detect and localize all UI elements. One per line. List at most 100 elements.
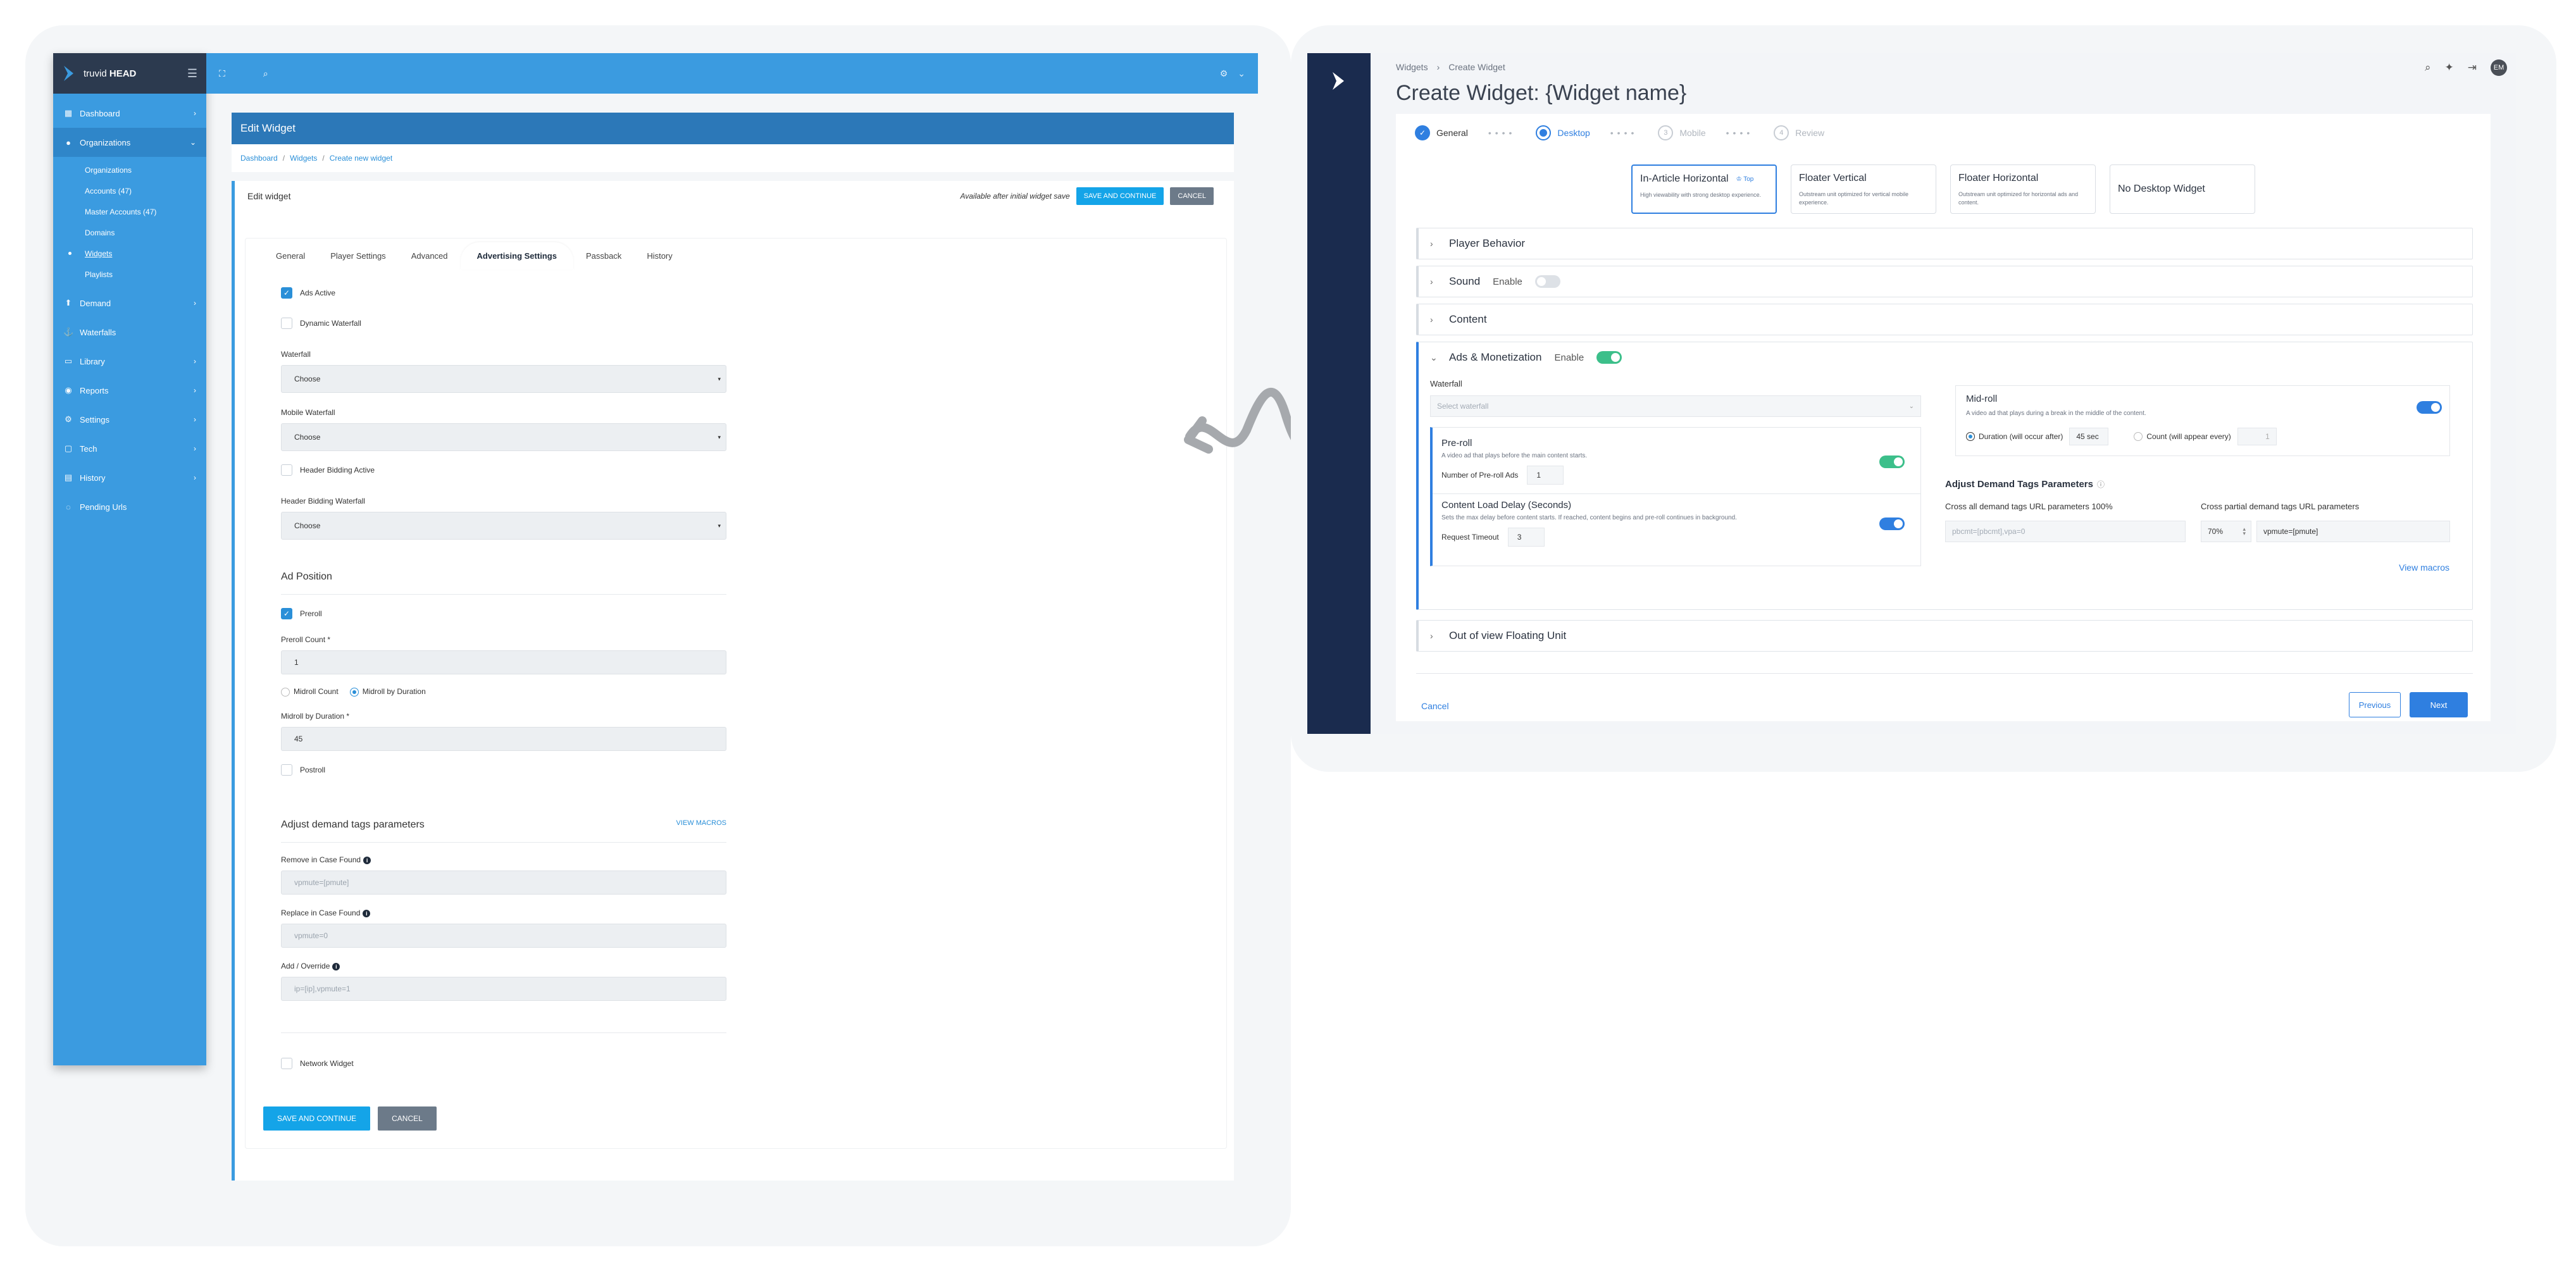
widget-type-in-article-horizontal[interactable]: In-Article Horizontal ♔ Top High viewabil… (1631, 164, 1777, 214)
gear-icon[interactable]: ⚙ (1220, 68, 1228, 79)
cross-all-input[interactable]: pbcmt=[pbcmt],vpa=0 (1945, 521, 2186, 542)
search-icon[interactable]: ⌕ (263, 68, 268, 79)
previous-button[interactable]: Previous (2349, 692, 2401, 717)
ads-toggle[interactable] (1596, 351, 1622, 364)
sidebar-item-demand[interactable]: ⬆ Demand › (53, 288, 206, 318)
stepper-arrows-icon[interactable]: ▴ ▾ (2243, 526, 2246, 536)
count-radio[interactable]: Count (will appear every) (2134, 432, 2231, 442)
preroll-count-input[interactable]: 1 (1527, 466, 1564, 485)
sidebar-item-history[interactable]: ▤ History › (53, 463, 206, 492)
step-connector: •••• (1488, 128, 1516, 138)
sub-item-widgets[interactable]: Widgets (53, 243, 206, 264)
midroll-toggle[interactable] (2417, 401, 2442, 414)
breadcrumb-dashboard[interactable]: Dashboard (240, 154, 278, 163)
waterfall-select[interactable]: Choose ▾ (281, 365, 726, 393)
sidebar-item-pending-urls[interactable]: ◌ Pending Urls (53, 492, 206, 521)
help-icon[interactable]: ⓘ (2097, 480, 2105, 489)
remove-input[interactable]: vpmute=[pmute] (281, 870, 726, 895)
add-override-input[interactable]: ip=[ip],vpmute=1 (281, 976, 726, 1001)
header-bidding-active-checkbox[interactable]: Header Bidding Active (281, 462, 726, 478)
header-bidding-waterfall-select[interactable]: Choose ▾ (281, 512, 726, 540)
sidebar-item-dashboard[interactable]: ▦ Dashboard › (53, 99, 206, 128)
view-macros-link[interactable]: VIEW MACROS (676, 819, 726, 831)
tab-advanced[interactable]: Advanced (399, 251, 461, 261)
delay-toggle[interactable] (1879, 518, 1905, 530)
duration-radio[interactable]: Duration (will occur after) (1966, 432, 2063, 442)
cross-partial-input[interactable]: vpmute=[pmute] (2256, 521, 2450, 542)
sidebar-item-waterfalls[interactable]: ⚓ Waterfalls (53, 318, 206, 347)
mobile-waterfall-select[interactable]: Choose ▾ (281, 423, 726, 451)
sidebar-item-library[interactable]: ▭ Library › (53, 347, 206, 376)
sub-item-master-accounts[interactable]: Master Accounts (47) (53, 201, 206, 222)
tab-general[interactable]: General (263, 251, 318, 261)
view-macros-link[interactable]: View macros (2399, 562, 2449, 573)
ads-header[interactable]: ⌄ Ads & Monetization Enable (1419, 342, 2472, 373)
step-mobile[interactable]: 3 Mobile (1658, 125, 1706, 140)
cross-partial-percent[interactable]: 70% ▴ ▾ (2201, 521, 2251, 542)
network-widget-checkbox[interactable]: Network Widget (281, 1056, 726, 1071)
breadcrumb-create-widget[interactable]: Create Widget (1448, 62, 1505, 72)
cancel-link[interactable]: Cancel (1421, 701, 1449, 711)
section-player-behavior[interactable]: › Player Behavior (1416, 228, 2473, 259)
step-review[interactable]: 4 Review (1774, 125, 1824, 140)
step-general[interactable]: ✓ General (1415, 125, 1468, 140)
preroll-checkbox[interactable]: ✓ Preroll (281, 606, 726, 621)
duration-input[interactable]: 45 sec (2069, 428, 2109, 445)
replace-input[interactable]: vpmute=0 (281, 923, 726, 948)
section-content[interactable]: › Content (1416, 304, 2473, 335)
sub-item-domains[interactable]: Domains (53, 222, 206, 243)
sub-item-accounts[interactable]: Accounts (47) (53, 180, 206, 201)
widget-type-no-desktop[interactable]: No Desktop Widget (2110, 164, 2255, 214)
preroll-count-input[interactable]: 1 (281, 650, 726, 674)
cancel-button[interactable]: CANCEL (1170, 187, 1214, 205)
widget-type-floater-vertical[interactable]: Floater Vertical Outstream unit optimize… (1791, 164, 1936, 214)
avatar[interactable]: EM (2491, 59, 2507, 76)
cancel-button-bottom[interactable]: CANCEL (378, 1106, 437, 1131)
step-connector: •••• (1610, 128, 1638, 138)
ads-active-checkbox[interactable]: ✓ Ads Active (281, 285, 726, 301)
next-button[interactable]: Next (2410, 692, 2468, 717)
midroll-duration-input[interactable]: 45 (281, 726, 726, 751)
tab-advertising-settings[interactable]: Advertising Settings (460, 242, 573, 270)
create-widget-card: ✓ General •••• Desktop •••• 3 Mobile •••• … (1396, 114, 2491, 721)
breadcrumb-widgets[interactable]: Widgets (290, 154, 317, 163)
dynamic-waterfall-checkbox[interactable]: Dynamic Waterfall (281, 316, 726, 331)
midroll-duration-radio[interactable]: Midroll by Duration (349, 687, 426, 697)
info-icon[interactable]: i (332, 962, 340, 970)
chevron-down-icon[interactable]: ⌄ (1238, 68, 1245, 79)
sound-toggle[interactable] (1534, 275, 1560, 288)
section-sound[interactable]: › Sound Enable (1416, 266, 2473, 297)
tab-history[interactable]: History (634, 251, 685, 261)
chevron-right-icon: › (194, 299, 196, 307)
fullscreen-icon[interactable]: ⛶ (219, 68, 225, 79)
sidebar-item-organizations[interactable]: ● Organizations ⌄ (53, 128, 206, 157)
preroll-toggle[interactable] (1879, 456, 1905, 468)
breadcrumb-create-new-widget[interactable]: Create new widget (330, 154, 392, 163)
waterfall-select[interactable]: Select waterfall ⌄ (1430, 395, 1921, 417)
sidebar-item-settings[interactable]: ⚙ Settings › (53, 405, 206, 434)
postroll-checkbox[interactable]: Postroll (281, 762, 726, 778)
tab-player-settings[interactable]: Player Settings (318, 251, 398, 261)
chevron-right-icon: › (1430, 314, 1433, 325)
sub-item-organizations[interactable]: Organizations (53, 159, 206, 180)
search-icon[interactable]: ⌕ (2425, 61, 2431, 74)
menu-toggle-icon[interactable]: ☰ (187, 67, 197, 80)
step-desktop[interactable]: Desktop (1536, 125, 1590, 140)
logout-icon[interactable]: ⇥ (2468, 61, 2477, 74)
midroll-count-radio[interactable]: Midroll Count (281, 687, 339, 697)
save-and-continue-button-bottom[interactable]: SAVE AND CONTINUE (263, 1106, 371, 1131)
tab-passback[interactable]: Passback (573, 251, 634, 261)
widget-type-floater-horizontal[interactable]: Floater Horizontal Outstream unit optimi… (1950, 164, 2096, 214)
sidebar-item-reports[interactable]: ◉ Reports › (53, 376, 206, 405)
section-floating-unit[interactable]: › Out of view Floating Unit (1416, 620, 2473, 652)
request-timeout-input[interactable]: 3 (1507, 528, 1545, 547)
info-icon[interactable]: i (363, 909, 371, 917)
info-icon[interactable]: i (363, 856, 371, 864)
count-input[interactable]: 1 (2237, 428, 2277, 445)
sub-item-playlists[interactable]: Playlists (53, 264, 206, 285)
save-and-continue-button[interactable]: SAVE AND CONTINUE (1076, 187, 1164, 205)
sparkle-icon[interactable]: ✦ (2445, 61, 2454, 74)
breadcrumb-widgets[interactable]: Widgets (1396, 62, 1428, 72)
sidebar-item-tech[interactable]: ▢ Tech › (53, 434, 206, 463)
chevron-logo-icon[interactable] (1326, 68, 1352, 94)
